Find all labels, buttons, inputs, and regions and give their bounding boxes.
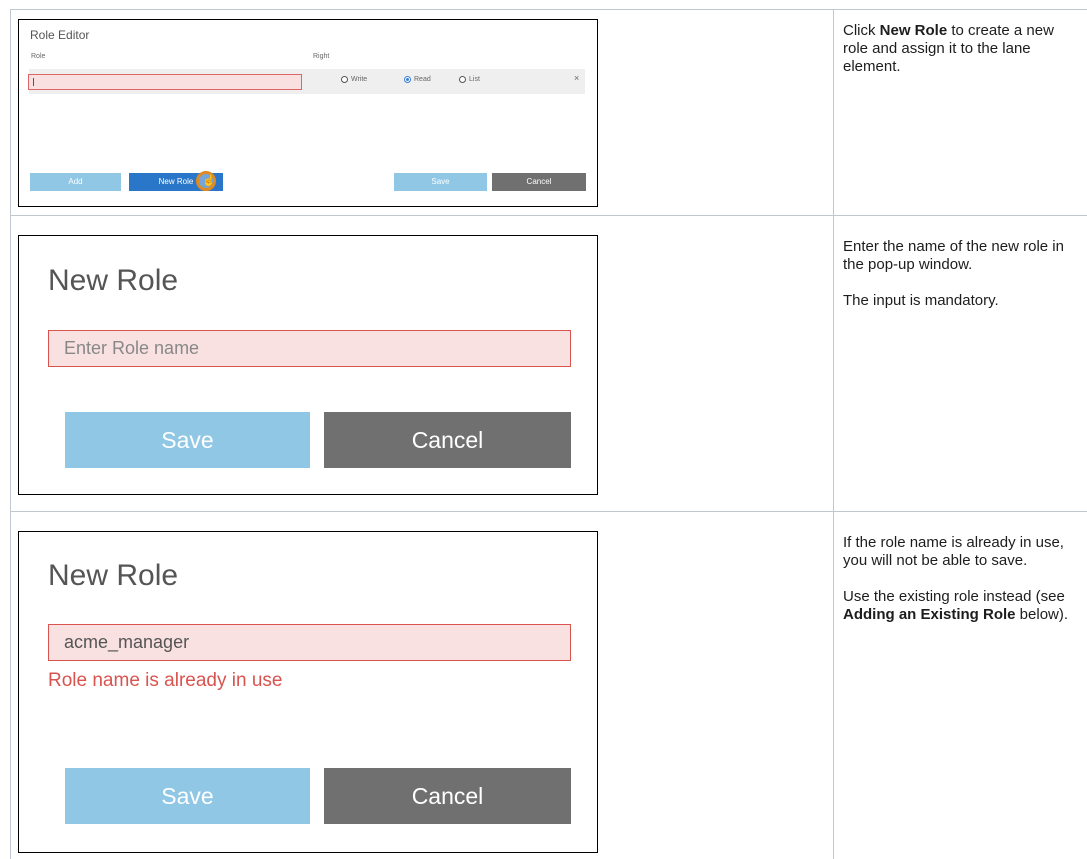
instruction-note: If the role name is already in use, you … [843, 534, 1069, 623]
radio-write-label: Write [351, 76, 368, 83]
row-divider [10, 215, 1087, 216]
add-button[interactable]: Add [30, 173, 121, 191]
text-caret [33, 78, 34, 86]
new-role-error-screenshot: New Role acme_manager Role name is alrea… [18, 531, 598, 853]
dialog-title: New Role [48, 264, 179, 297]
radio-write[interactable]: Write [341, 76, 367, 83]
cancel-button[interactable]: Cancel [324, 768, 571, 824]
role-column-header: Role [31, 53, 46, 60]
new-role-dialog-screenshot: New Role Enter Role name Save Cancel [18, 235, 598, 495]
role-name-input[interactable]: Enter Role name [48, 330, 571, 367]
radio-selected-icon [404, 76, 411, 83]
role-editor-screenshot: Role Editor Role Right Write Read List ×… [18, 19, 598, 207]
radio-list-label: List [469, 76, 480, 83]
row-divider [10, 511, 1087, 512]
error-message: Role name is already in use [48, 670, 283, 691]
radio-read-label: Read [414, 76, 431, 83]
instruction-note: Click New Role to create a new role and … [843, 22, 1054, 75]
save-button[interactable]: Save [65, 412, 310, 468]
remove-row-icon[interactable]: × [574, 73, 579, 83]
column-divider [833, 9, 834, 859]
dialog-title: New Role [48, 559, 179, 592]
role-editor-title: Role Editor [30, 28, 90, 42]
save-button[interactable]: Save [394, 173, 487, 191]
radio-read[interactable]: Read [404, 76, 431, 83]
radio-icon [341, 76, 348, 83]
radio-icon [459, 76, 466, 83]
hand-cursor-icon: ☝ [202, 175, 216, 187]
save-button[interactable]: Save [65, 768, 310, 824]
cancel-button[interactable]: Cancel [324, 412, 571, 468]
cancel-button[interactable]: Cancel [492, 173, 586, 191]
role-name-input[interactable] [28, 74, 302, 90]
right-column-header: Right [313, 53, 330, 60]
radio-list[interactable]: List [459, 76, 480, 83]
instruction-note: Enter the name of the new role in the po… [843, 238, 1064, 309]
role-name-input[interactable]: acme_manager [48, 624, 571, 661]
